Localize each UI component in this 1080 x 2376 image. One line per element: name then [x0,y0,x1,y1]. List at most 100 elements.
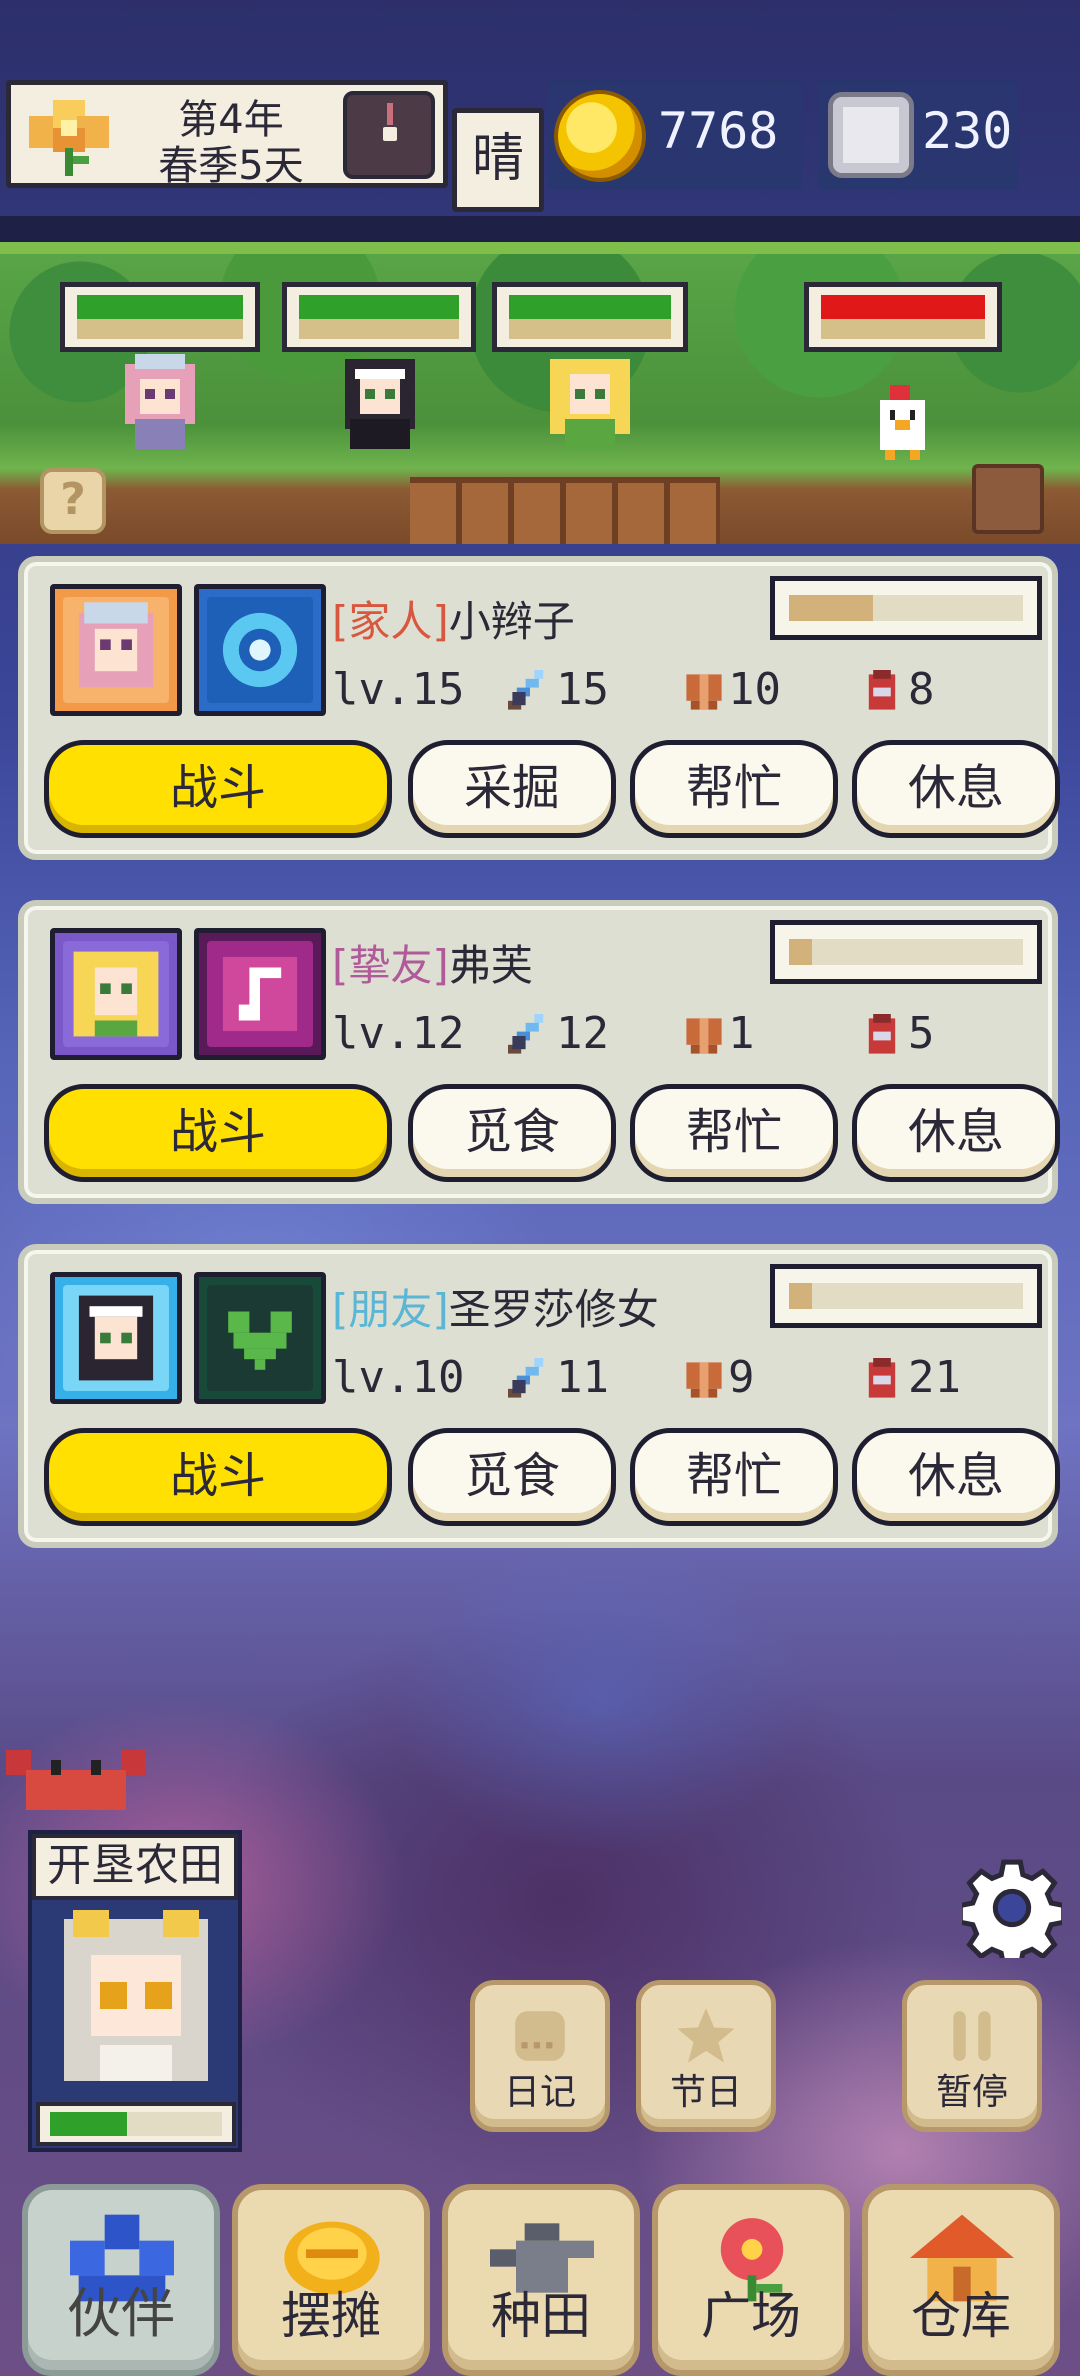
music-note-icon [207,941,313,1047]
fight-button-3[interactable]: 战斗 [44,1428,392,1526]
stamina-value-3: 21 [908,1352,961,1403]
name-label-1: 小辫子 [448,597,575,646]
diary-icon [515,2011,565,2061]
pause-icon [953,2011,991,2061]
forage-button-2[interactable]: 觅食 [408,1084,616,1182]
season-day-label: 春季5天 [158,143,304,189]
attack-value-3: 11 [556,1352,609,1403]
coin-icon [554,90,646,182]
backpack-icon [868,1358,896,1398]
stats-row-2: lv.12 12 1 5 [332,1004,1032,1064]
nav-companions-label: 伙伴 [67,2282,175,2345]
defense-value-1: 10 [728,664,781,715]
date-panel: 第4年 春季5天 [6,80,448,189]
nav-warehouse-label: 仓库 [911,2287,1011,2345]
skill-icon-3[interactable] [194,1272,326,1404]
name-label-3: 圣罗莎修女 [448,1285,659,1334]
xp-fill-2 [789,939,813,965]
nav-stall[interactable]: 摆摊 [232,2184,430,2376]
gem-counter: 230 [818,80,1018,190]
help-icon[interactable]: ? [40,468,106,534]
hp-bar-2 [282,282,476,352]
backpack-icon [868,1014,896,1054]
nav-farming[interactable]: 种田 [442,2184,640,2376]
sword-icon [508,670,544,710]
pink-hair-girl-icon [63,597,169,703]
ice-gear-icon [207,597,313,703]
farm-task-label: 开垦农田 [32,1834,238,1900]
companion-portrait-2[interactable] [50,928,182,1060]
sword-icon [508,1014,544,1054]
companion-portrait-3[interactable] [50,1272,182,1404]
scene-top-edge [0,216,1080,242]
clock-icon[interactable] [343,91,435,179]
companion-portrait-1[interactable] [50,584,182,716]
hp-fill-1 [77,295,243,320]
help-button-1[interactable]: 帮忙 [630,740,838,838]
rest-button-2[interactable]: 休息 [852,1084,1060,1182]
hp-fill-4 [821,295,985,320]
chicken-enemy-sprite [880,385,925,460]
shield-icon [686,1362,722,1398]
nun-sprite [345,359,415,449]
xp-bar-3 [770,1264,1042,1328]
xp-bar-2 [770,920,1042,984]
rest-button-3[interactable]: 休息 [852,1428,1060,1526]
skill-icon-1[interactable] [194,584,326,716]
help-button-2[interactable]: 帮忙 [630,1084,838,1182]
farm-task-panel[interactable]: 开垦农田 [28,1830,242,2152]
help-button-3[interactable]: 帮忙 [630,1428,838,1526]
companion-card-2: [挚友]弗芙 lv.12 12 1 5 战斗 觅食 帮忙 休息 [18,900,1060,1204]
nav-warehouse[interactable]: 仓库 [862,2184,1060,2376]
skill-icon-2[interactable] [194,928,326,1060]
gem-value: 230 [922,102,1013,160]
defense-value-2: 1 [728,1008,755,1059]
wooden-fence [410,477,720,544]
crab-icon [6,1750,146,1810]
diary-button[interactable]: 日记 [470,1980,610,2132]
xp-fill-3 [789,1283,813,1309]
relation-label-2: [挚友] [332,941,449,990]
star-icon [677,2008,735,2063]
hp-fill-2 [299,295,459,320]
gem-icon [828,92,914,178]
fight-button-1[interactable]: 战斗 [44,740,392,838]
festival-label: 节日 [669,2072,742,2113]
name-label-2: 弗芙 [448,941,533,990]
flower-icon [29,100,109,176]
stats-row-1: lv.15 15 10 8 [332,660,1032,720]
nav-plaza[interactable]: 广场 [652,2184,850,2376]
nav-farming-label: 种田 [491,2287,591,2345]
hp-bar-3 [492,282,688,352]
level-label-1: lv.15 [332,664,465,715]
gear-icon[interactable] [962,1858,1062,1958]
farm-progress-bar [36,2102,236,2146]
blonde-girl-icon [63,941,169,1047]
relation-label-1: [家人] [332,597,449,646]
mine-button-1[interactable]: 采掘 [408,740,616,838]
forage-button-3[interactable]: 觅食 [408,1428,616,1526]
companion-name-1: [家人]小辫子 [332,588,575,649]
heart-shield-icon [207,1285,313,1391]
silver-hair-girl-icon [64,1910,208,2081]
nav-companions[interactable]: 伙伴 [22,2184,220,2376]
relation-label-3: [朋友] [332,1285,449,1334]
farm-progress-fill [50,2112,128,2136]
fight-button-2[interactable]: 战斗 [44,1084,392,1182]
signpost-icon[interactable] [972,464,1044,534]
level-label-2: lv.12 [332,1008,465,1059]
battle-scene: ? [0,216,1080,544]
nav-plaza-label: 广场 [701,2287,801,2345]
xp-fill-1 [789,595,874,621]
companion-card-1: [家人]小辫子 lv.15 15 10 8 战斗 采掘 帮忙 休息 [18,556,1060,860]
weather-label: 晴 [452,108,544,212]
hp-bar-enemy [804,282,1002,352]
companion-name-3: [朋友]圣罗莎修女 [332,1276,659,1337]
nun-icon [63,1285,169,1391]
pause-button[interactable]: 暂停 [902,1980,1042,2132]
attack-value-2: 12 [556,1008,609,1059]
festival-button[interactable]: 节日 [636,1980,776,2132]
attack-value-1: 15 [556,664,609,715]
rest-button-1[interactable]: 休息 [852,740,1060,838]
blonde-girl-sprite [550,359,630,449]
